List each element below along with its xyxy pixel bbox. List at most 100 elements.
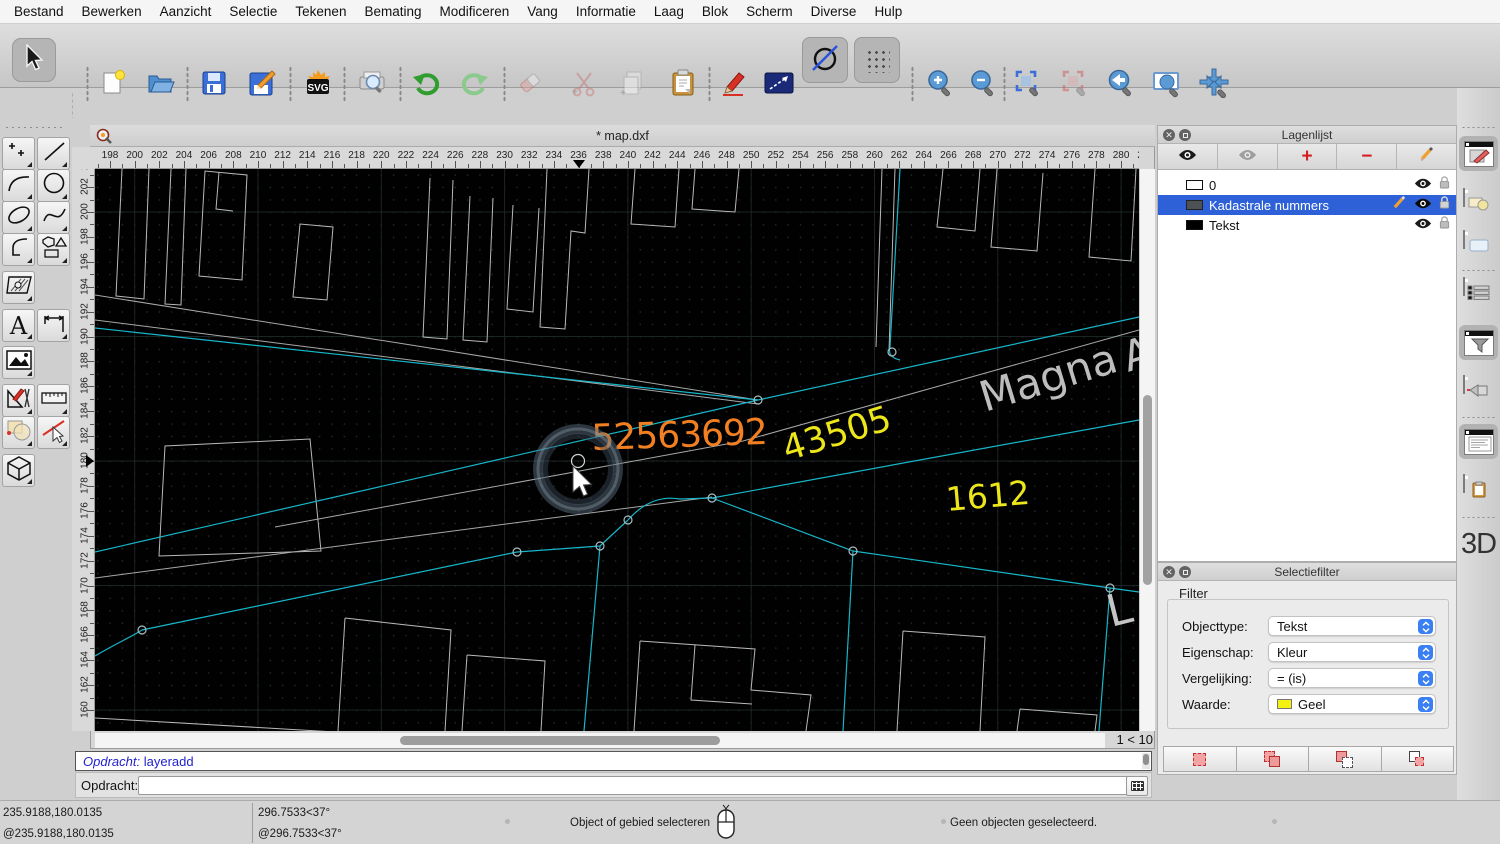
polyline-tool-button[interactable]: [2, 233, 35, 266]
zoom-previous-button[interactable]: [1104, 68, 1138, 102]
waarde-select[interactable]: Geel: [1268, 694, 1436, 714]
add-layer-button[interactable]: +: [1278, 144, 1338, 169]
layer-panel-titlebar[interactable]: ✕ Lagenlijst: [1158, 126, 1456, 144]
grid-toggle-button[interactable]: [854, 37, 900, 83]
erase-button[interactable]: [513, 68, 547, 102]
3d-mode-label[interactable]: 3D: [1461, 528, 1496, 561]
menu-blok[interactable]: Blok: [702, 4, 728, 19]
layer-row-tekst[interactable]: Tekst: [1158, 215, 1456, 235]
hscroll-thumb[interactable]: [400, 736, 720, 745]
edit-layer-button[interactable]: [1397, 144, 1456, 169]
show-all-layers-button[interactable]: [1158, 144, 1218, 169]
toggle-block-list[interactable]: [1463, 189, 1494, 216]
boolean-tool-button[interactable]: [2, 416, 35, 449]
polar-relative: @296.7533<37°: [258, 828, 342, 840]
canvas-vertical-scrollbar[interactable]: [1139, 169, 1155, 731]
spline-tool-button[interactable]: [37, 201, 70, 234]
undo-button[interactable]: [410, 68, 444, 102]
line-tool-button[interactable]: [37, 137, 70, 170]
distance-measure-button[interactable]: [762, 68, 796, 102]
zoom-in-button[interactable]: [923, 68, 957, 102]
menu-bestand[interactable]: Bestand: [14, 4, 64, 19]
property-pencil-button[interactable]: [716, 68, 750, 102]
image-tool-button[interactable]: [2, 346, 35, 379]
palette-drag-handle[interactable]: [4, 126, 66, 129]
select-entity-tool-button[interactable]: [37, 416, 70, 449]
intersect-selection-button[interactable]: [1381, 746, 1455, 772]
menu-informatie[interactable]: Informatie: [576, 4, 636, 19]
layer-lock-icon[interactable]: [1439, 176, 1450, 194]
copy-button[interactable]: +: [616, 68, 650, 102]
menu-scherm[interactable]: Scherm: [746, 4, 793, 19]
toggle-library-browser[interactable]: [1463, 231, 1494, 258]
drawing-canvas[interactable]: 52563692 43505 1612 Magna A L: [95, 169, 1139, 731]
print-preview-button[interactable]: [355, 68, 389, 102]
canvas-horizontal-scrollbar[interactable]: [95, 733, 1105, 748]
hide-all-layers-button[interactable]: [1218, 144, 1278, 169]
pan-button[interactable]: [1197, 68, 1231, 102]
zoom-auto-button[interactable]: [1011, 68, 1045, 102]
toggle-clipboard-panel[interactable]: [1463, 475, 1494, 502]
menu-bewerken[interactable]: Bewerken: [82, 4, 142, 19]
dimension-tool-button[interactable]: [37, 309, 70, 342]
cut-button[interactable]: +: [566, 68, 600, 102]
ellipse-tool-button[interactable]: [2, 201, 35, 234]
new-file-button[interactable]: [96, 68, 130, 102]
circle-tool-button[interactable]: [37, 169, 70, 202]
document-title-bar[interactable]: * map.dxf: [90, 125, 1155, 147]
menu-hulp[interactable]: Hulp: [874, 4, 902, 19]
select-tool-button[interactable]: [12, 38, 56, 82]
open-file-button[interactable]: [144, 68, 178, 102]
shape-tool-button[interactable]: [37, 233, 70, 266]
construction-circle-button[interactable]: [802, 37, 848, 83]
menu-aanzicht[interactable]: Aanzicht: [160, 4, 212, 19]
redo-button[interactable]: [457, 68, 491, 102]
toggle-viewport[interactable]: [1463, 376, 1494, 403]
menu-vang[interactable]: Vang: [527, 4, 558, 19]
arc-tool-button[interactable]: [2, 169, 35, 202]
menu-selectie[interactable]: Selectie: [229, 4, 277, 19]
hatch-tool-button[interactable]: [2, 271, 35, 304]
zoom-selection-button[interactable]: [1058, 68, 1092, 102]
filter-panel-titlebar[interactable]: ✕ Selectiefilter: [1158, 563, 1456, 581]
save-button[interactable]: [197, 68, 231, 102]
layer-visible-icon[interactable]: [1414, 176, 1432, 194]
toggle-layer-list[interactable]: [1463, 278, 1494, 305]
menu-tekenen[interactable]: Tekenen: [295, 4, 346, 19]
menu-bemating[interactable]: Bemating: [364, 4, 421, 19]
text-tool-button[interactable]: A: [2, 309, 35, 342]
add-to-selection-button[interactable]: [1236, 746, 1310, 772]
vergelijking-select[interactable]: = (is): [1268, 668, 1436, 688]
layer-visible-icon[interactable]: [1414, 216, 1432, 234]
mouse-hint-icon: [716, 804, 736, 844]
toggle-property-editor[interactable]: [1459, 136, 1498, 171]
zoom-window-button[interactable]: [1150, 68, 1184, 102]
toggle-selection-filter[interactable]: [1459, 325, 1498, 360]
remove-from-selection-button[interactable]: [1308, 746, 1382, 772]
menu-modificeren[interactable]: Modificeren: [440, 4, 510, 19]
paste-button[interactable]: [666, 68, 700, 102]
layer-row-0[interactable]: 0: [1158, 175, 1456, 195]
menu-diverse[interactable]: Diverse: [811, 4, 857, 19]
isometric-tool-button[interactable]: [2, 454, 35, 487]
layer-row-kadastrale-nummers[interactable]: Kadastrale nummers: [1158, 195, 1456, 215]
toggle-command-history[interactable]: [1459, 424, 1498, 459]
history-scrollbar[interactable]: [1142, 753, 1150, 769]
svg-export-button[interactable]: SVG: [301, 68, 335, 102]
keyboard-toggle-button[interactable]: [1126, 776, 1148, 796]
layer-lock-icon[interactable]: [1439, 196, 1450, 214]
modify-tools-button[interactable]: [2, 384, 35, 417]
menu-laag[interactable]: Laag: [654, 4, 684, 19]
select-matching-button[interactable]: [1163, 746, 1237, 772]
measure-tool-button[interactable]: [37, 384, 70, 417]
save-as-button[interactable]: [245, 68, 279, 102]
vscroll-thumb[interactable]: [1143, 395, 1152, 585]
command-input[interactable]: [138, 776, 1128, 795]
layer-visible-icon[interactable]: [1414, 196, 1432, 214]
point-tool-button[interactable]: [2, 137, 35, 170]
eigenschap-select[interactable]: Kleur: [1268, 642, 1436, 662]
layer-lock-icon[interactable]: [1439, 216, 1450, 234]
remove-layer-button[interactable]: −: [1337, 144, 1397, 169]
zoom-out-button[interactable]: [966, 68, 1000, 102]
objecttype-select[interactable]: Tekst: [1268, 616, 1436, 636]
